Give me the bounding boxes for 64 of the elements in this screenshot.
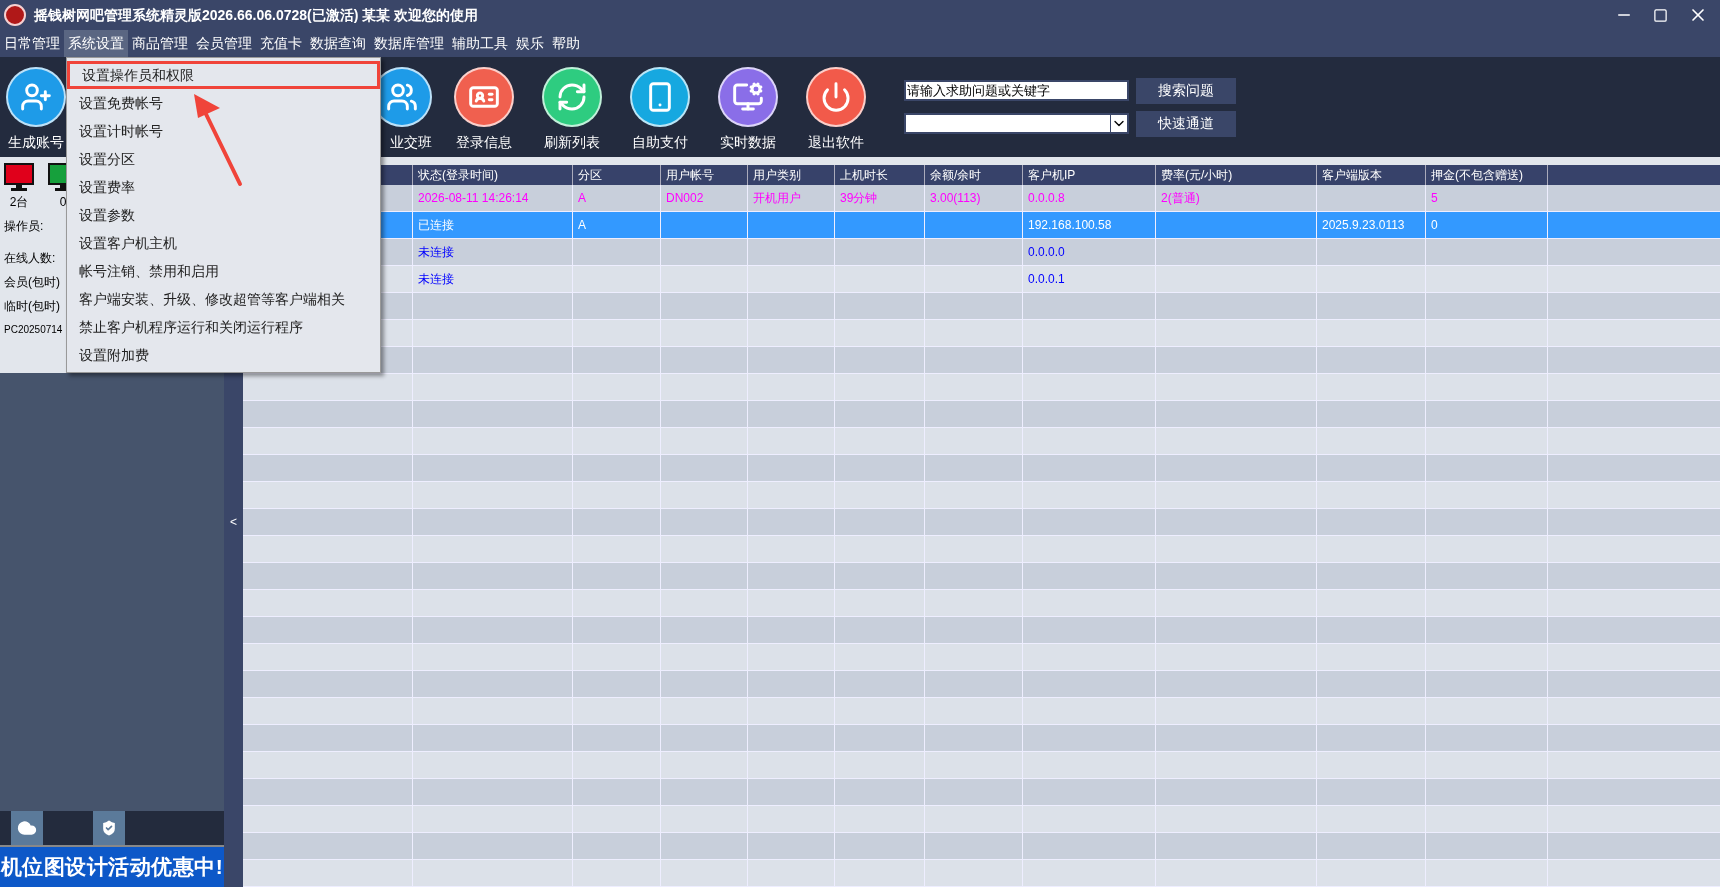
payment-button[interactable]	[93, 811, 125, 845]
info-text: 在线人数:	[4, 250, 56, 267]
table-cell: A	[578, 218, 586, 232]
table-cell: 已连接	[418, 218, 454, 232]
toolbar-button[interactable]: 刷新列表	[528, 63, 616, 155]
menu-item[interactable]: 系统设置	[64, 30, 128, 57]
table-cell: 2025.9.23.0113	[1322, 218, 1405, 232]
table-cell: 0.0.0.0	[1028, 245, 1065, 259]
machine-count: 0	[59, 194, 67, 211]
table-cell: 5	[1431, 191, 1438, 205]
table-cell: DN002	[666, 191, 704, 205]
tool-icon	[630, 67, 690, 127]
dropdown-item[interactable]: 设置计时帐号	[67, 117, 380, 145]
info-text: 操作员:	[4, 218, 44, 235]
toolbar-button[interactable]: 实时数据	[704, 63, 792, 155]
fast-channel-button[interactable]: 快速通道	[1136, 110, 1236, 137]
toolbar-button[interactable]: 生成账号	[4, 63, 68, 155]
window-title: 摇钱树网吧管理系统精灵版2026.66.06.0728(已激活) 某某 欢迎您的使用	[34, 5, 479, 25]
menu-item[interactable]: 日常管理	[0, 30, 64, 57]
table-cell: A	[578, 191, 586, 205]
cloud-button[interactable]	[11, 811, 43, 845]
maximize-icon[interactable]	[1653, 7, 1668, 23]
table-cell: 192.168.100.58	[1028, 218, 1112, 232]
table-cell: 未连接	[418, 245, 454, 259]
info-text: 临时(包时)	[4, 298, 60, 315]
search-button[interactable]: 搜索问题	[1136, 77, 1236, 104]
cloud-icon	[17, 818, 37, 838]
tool-icon	[454, 67, 514, 127]
menu-item[interactable]: 数据查询	[306, 30, 370, 57]
toolbar-button[interactable]: 登录信息	[440, 63, 528, 155]
menu-item[interactable]: 充值卡	[256, 30, 306, 57]
table-cell: 0.0.0.8	[1028, 191, 1065, 205]
menu-item[interactable]: 帮助	[548, 30, 584, 57]
table-cell: 未连接	[418, 272, 454, 286]
table-cell: 2026-08-11 14:26:14	[418, 191, 529, 205]
toolbar-button[interactable]: 自助支付	[616, 63, 704, 155]
dropdown-item[interactable]: 设置操作员和权限	[67, 61, 380, 89]
dropdown-item[interactable]: 设置免费帐号	[67, 89, 380, 117]
table-cell: 0	[1431, 218, 1438, 232]
menu-item[interactable]: 数据库管理	[370, 30, 448, 57]
computer-icon	[4, 163, 34, 191]
table-cell: 0.0.0.1	[1028, 272, 1065, 286]
tool-icon	[806, 67, 866, 127]
help-search-field[interactable]: 请输入求助问题或关键字	[904, 80, 1129, 101]
tool-icon	[542, 67, 602, 127]
menu-item[interactable]: 商品管理	[128, 30, 192, 57]
table-cell: 2(普通)	[1161, 191, 1200, 205]
menu-item[interactable]: 辅助工具	[448, 30, 512, 57]
computer-icon	[48, 163, 66, 191]
tool-icon	[718, 67, 778, 127]
table-cell: 开机用户	[753, 191, 801, 205]
channel-dropdown[interactable]	[904, 113, 1129, 134]
menu-item[interactable]: 娱乐	[512, 30, 548, 57]
info-text: 会员(包时)	[4, 274, 60, 291]
table-cell: 39分钟	[840, 191, 878, 205]
machine-count: 2台	[9, 194, 29, 211]
promo-banner[interactable]: 机位图设计活动优惠中!	[0, 847, 224, 887]
tool-icon	[6, 67, 66, 127]
toolbar-button[interactable]: 退出软件	[792, 63, 880, 155]
app-logo-icon	[4, 4, 26, 26]
table-cell: 3.00(113)	[930, 191, 981, 205]
chevron-down-icon[interactable]	[1110, 115, 1127, 132]
info-text: PC20250714	[4, 323, 63, 337]
menu-item[interactable]: 会员管理	[192, 30, 256, 57]
